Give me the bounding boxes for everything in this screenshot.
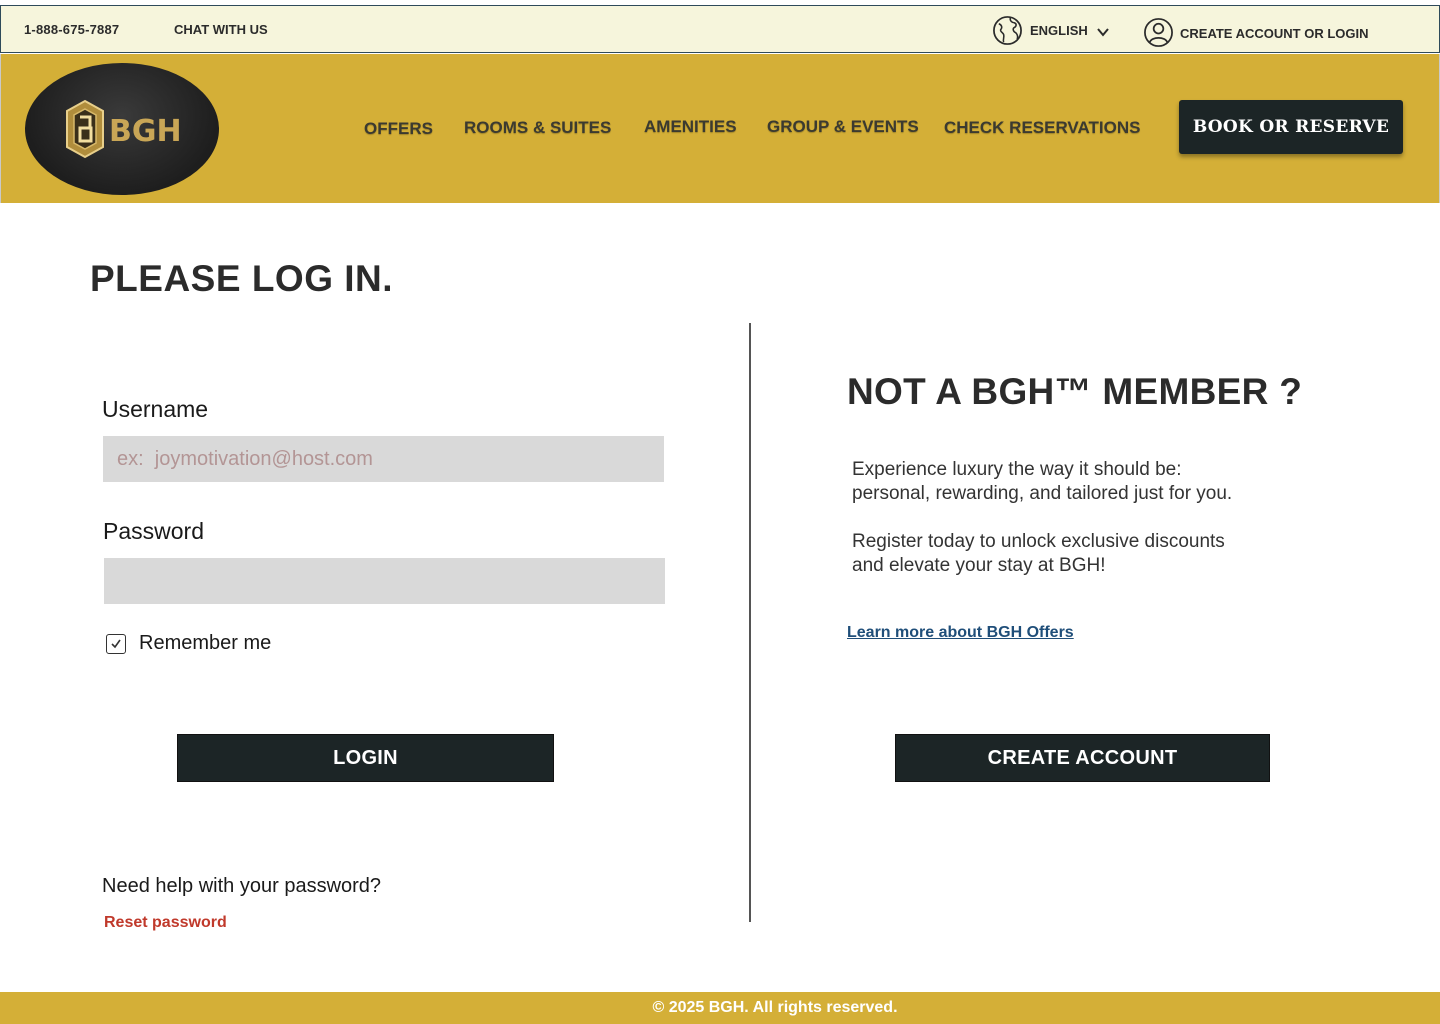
logo[interactable]: BGH — [25, 63, 219, 195]
member-text-line3: Register today to unlock exclusive disco… — [852, 531, 1225, 552]
phone-number[interactable]: 1-888-675-7887 — [24, 22, 119, 37]
nav-rooms-suites[interactable]: ROOMS & SUITES — [464, 118, 611, 138]
section-divider — [749, 323, 751, 922]
learn-more-link[interactable]: Learn more about BGH Offers — [847, 624, 1074, 642]
utility-bar: 1-888-675-7887 CHAT WITH US ENGLISH CREA… — [0, 5, 1440, 53]
account-link[interactable]: CREATE ACCOUNT OR LOGIN — [1143, 16, 1369, 48]
chat-link[interactable]: CHAT WITH US — [174, 22, 268, 37]
nav-offers[interactable]: OFFERS — [364, 119, 433, 139]
book-or-reserve-button[interactable]: BOOK OR RESERVE — [1179, 100, 1403, 154]
chevron-down-icon — [1097, 27, 1109, 37]
logo-text: BGH — [109, 114, 182, 149]
user-icon — [1144, 17, 1173, 47]
language-label: ENGLISH — [1030, 22, 1088, 38]
member-text-line2: personal, rewarding, and tailored just f… — [852, 483, 1233, 504]
bgh-logo-icon: BGH — [66, 99, 182, 159]
remember-me-checkbox[interactable]: Remember me — [106, 632, 271, 655]
member-text-line1: Experience luxury the way it should be: — [852, 459, 1182, 480]
page-title: PLEASE LOG IN. — [90, 258, 394, 299]
member-text-line4: and elevate your stay at BGH! — [852, 555, 1106, 576]
main-header: BGH OFFERS ROOMS & SUITES AMENITIES GROU… — [0, 54, 1440, 203]
nav-amenities[interactable]: AMENITIES — [644, 117, 737, 137]
login-button[interactable]: LOGIN — [177, 734, 554, 782]
username-label: Username — [102, 396, 209, 422]
nav-check-reservations[interactable]: CHECK RESERVATIONS — [944, 118, 1140, 138]
copyright-text: © 2025 BGH. All rights reserved. — [652, 999, 898, 1016]
password-input[interactable] — [104, 558, 665, 604]
globe-icon — [993, 15, 1022, 45]
member-title: NOT A BGH™ MEMBER ? — [847, 371, 1303, 412]
username-input[interactable] — [103, 436, 664, 482]
remember-me-label: Remember me — [139, 632, 272, 654]
reset-password-link[interactable]: Reset password — [104, 914, 227, 932]
password-label: Password — [103, 518, 204, 544]
account-label: CREATE ACCOUNT OR LOGIN — [1180, 25, 1369, 41]
password-help-text: Need help with your password? — [102, 875, 382, 897]
create-account-button[interactable]: CREATE ACCOUNT — [895, 734, 1270, 782]
footer: © 2025 BGH. All rights reserved. — [0, 992, 1440, 1024]
checkbox-box[interactable] — [106, 633, 126, 654]
nav-group-events[interactable]: GROUP & EVENTS — [767, 117, 919, 137]
language-selector[interactable]: ENGLISH — [992, 14, 1110, 46]
checkmark-icon — [111, 639, 121, 648]
